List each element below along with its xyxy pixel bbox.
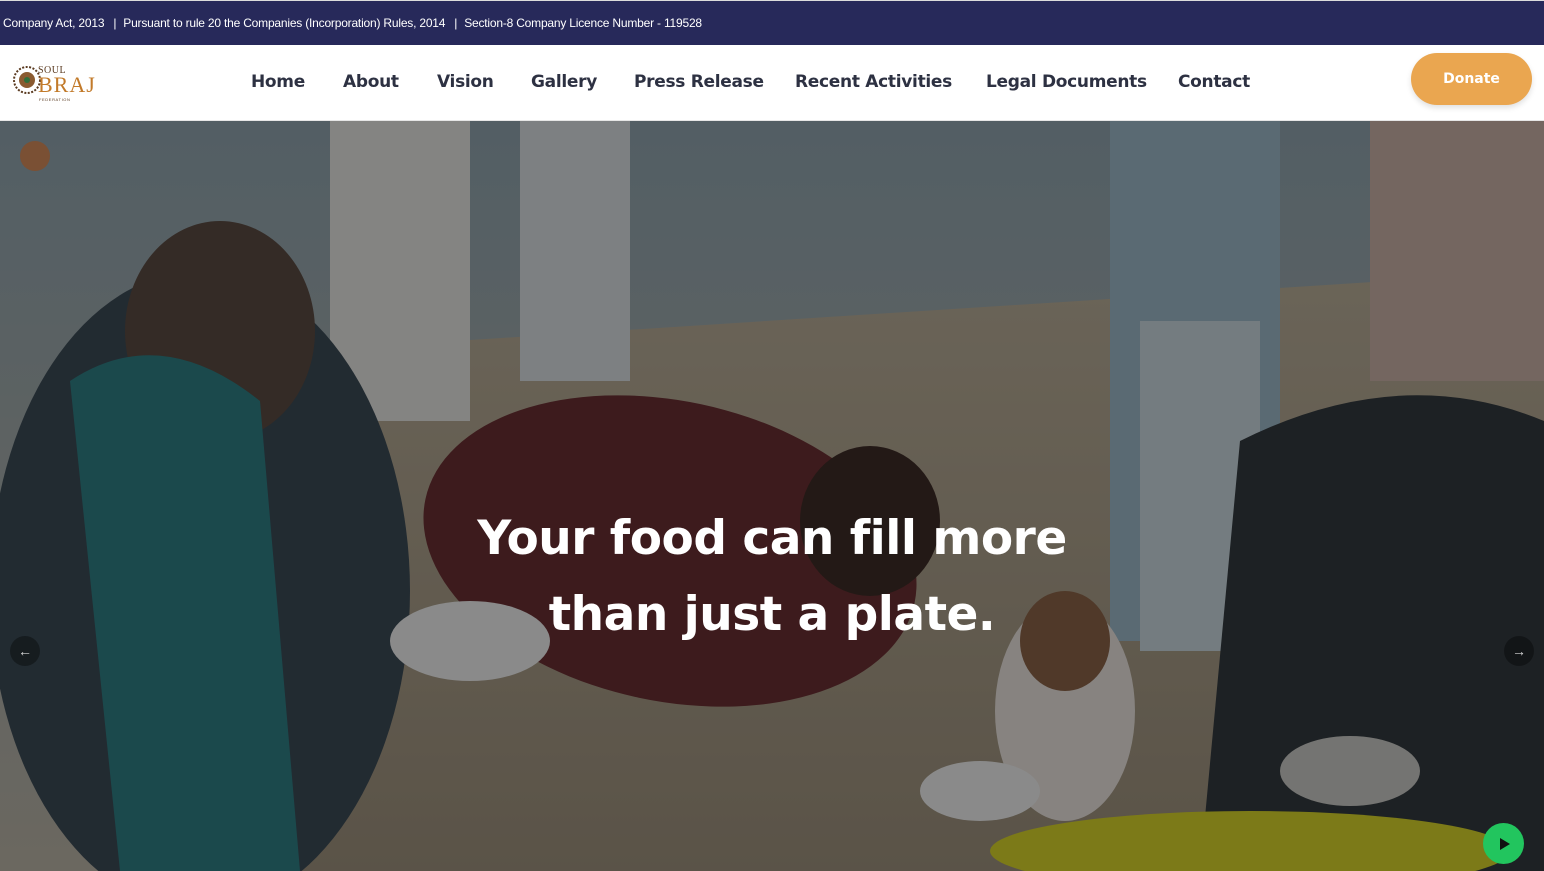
top-info-bar: Company Act, 2013 | Pursuant to rule 20 …: [0, 0, 1544, 45]
topbar-licence-number: Section-8 Company Licence Number - 11952…: [464, 16, 702, 30]
play-video-button[interactable]: [1483, 823, 1524, 864]
slider-indicator-dot[interactable]: [20, 141, 50, 171]
nav-contact[interactable]: Contact: [1178, 72, 1250, 92]
nav-vision[interactable]: Vision: [437, 72, 494, 92]
hero-headline-line-1: Your food can fill more: [477, 511, 1067, 566]
hero-slider: Your food can fill more than just a plat…: [0, 121, 1544, 871]
hero-headline: Your food can fill more than just a plat…: [0, 501, 1544, 653]
nav-about[interactable]: About: [343, 72, 399, 92]
site-logo[interactable]: SOUL BRAJ FEDERATION: [12, 61, 96, 105]
topbar-separator: |: [113, 16, 117, 30]
hero-dark-overlay: [0, 121, 1544, 871]
arrow-left-icon: ←: [18, 643, 32, 659]
nav-gallery[interactable]: Gallery: [531, 72, 597, 92]
nav-home[interactable]: Home: [251, 72, 305, 92]
slider-next-button[interactable]: →: [1504, 636, 1534, 666]
nav-legal-documents[interactable]: Legal Documents: [986, 72, 1147, 92]
slider-prev-button[interactable]: ←: [10, 636, 40, 666]
nav-press-release[interactable]: Press Release: [634, 72, 764, 92]
main-navbar: SOUL BRAJ FEDERATION Home About Vision G…: [0, 45, 1544, 121]
arrow-right-icon: →: [1512, 643, 1526, 659]
logo-federation-text: FEDERATION: [39, 97, 71, 102]
play-icon: [1499, 837, 1510, 850]
topbar-separator: |: [454, 16, 458, 30]
donate-button[interactable]: Donate: [1411, 53, 1532, 105]
nav-recent-activities[interactable]: Recent Activities: [795, 72, 952, 92]
logo-braj-text: BRAJ: [38, 72, 96, 97]
topbar-company-act: Company Act, 2013: [3, 16, 105, 30]
hero-headline-line-2: than just a plate.: [548, 587, 996, 642]
topbar-incorporation-rules: Pursuant to rule 20 the Companies (Incor…: [123, 16, 446, 30]
